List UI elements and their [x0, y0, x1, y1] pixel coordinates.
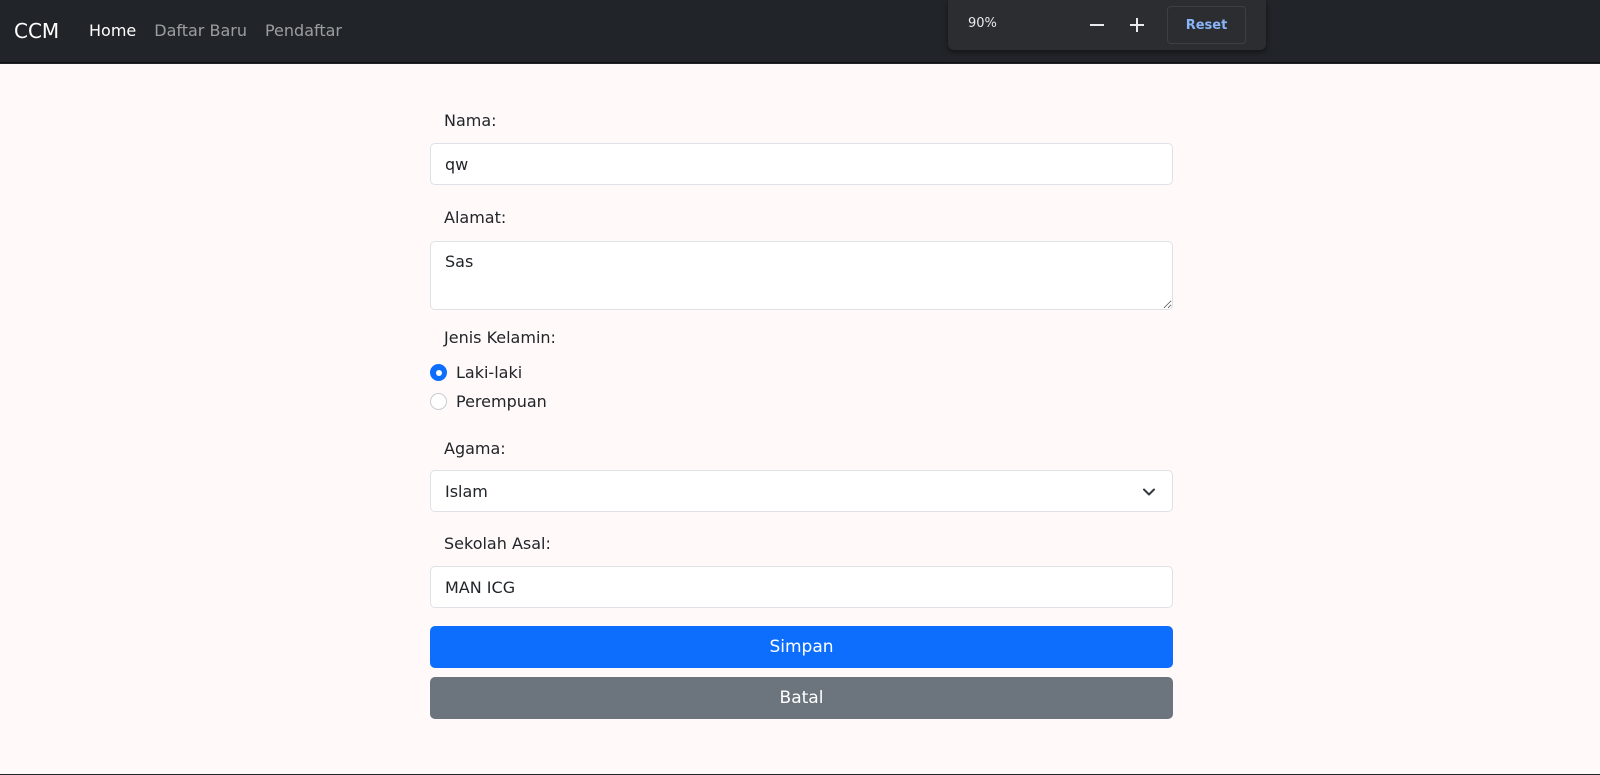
nav-links: Home Daftar Baru Pendaftar [89, 21, 342, 40]
radio-perempuan[interactable] [430, 393, 447, 410]
chevron-down-icon [1143, 488, 1155, 496]
batal-button[interactable]: Batal [430, 677, 1173, 719]
zoom-in-button[interactable] [1122, 10, 1152, 40]
brand-logo[interactable]: CCM [14, 19, 59, 43]
navbar: CCM Home Daftar Baru Pendaftar [0, 0, 1600, 63]
radio-option-laki-laki[interactable]: Laki-laki [430, 363, 522, 382]
sekolah-asal-label: Sekolah Asal: [444, 534, 551, 553]
radio-label-perempuan: Perempuan [456, 392, 547, 411]
zoom-level: 90% [968, 16, 997, 31]
jenis-kelamin-label: Jenis Kelamin: [444, 328, 556, 347]
radio-option-perempuan[interactable]: Perempuan [430, 392, 547, 411]
nav-link-home[interactable]: Home [89, 21, 136, 40]
nav-link-pendaftar[interactable]: Pendaftar [265, 21, 342, 40]
radio-laki-laki[interactable] [430, 364, 447, 381]
alamat-textarea[interactable]: Sas [430, 241, 1173, 310]
nav-link-daftar-baru[interactable]: Daftar Baru [154, 21, 247, 40]
simpan-button[interactable]: Simpan [430, 626, 1173, 668]
sekolah-asal-input[interactable] [430, 566, 1173, 608]
main-content: Nama: Alamat: Sas Jenis Kelamin: Laki-la… [0, 64, 1600, 774]
zoom-reset-button[interactable]: Reset [1167, 6, 1246, 44]
agama-label: Agama: [444, 439, 506, 458]
zoom-popup: 90% Reset [948, 0, 1266, 50]
minus-icon [1090, 24, 1104, 26]
nama-input[interactable] [430, 143, 1173, 185]
nama-label: Nama: [444, 111, 497, 130]
zoom-out-button[interactable] [1082, 10, 1112, 40]
plus-icon [1130, 18, 1144, 32]
agama-selected-value: Islam [445, 482, 488, 501]
agama-select[interactable]: Islam [430, 470, 1173, 512]
radio-label-laki-laki: Laki-laki [456, 363, 523, 382]
alamat-label: Alamat: [444, 208, 507, 227]
